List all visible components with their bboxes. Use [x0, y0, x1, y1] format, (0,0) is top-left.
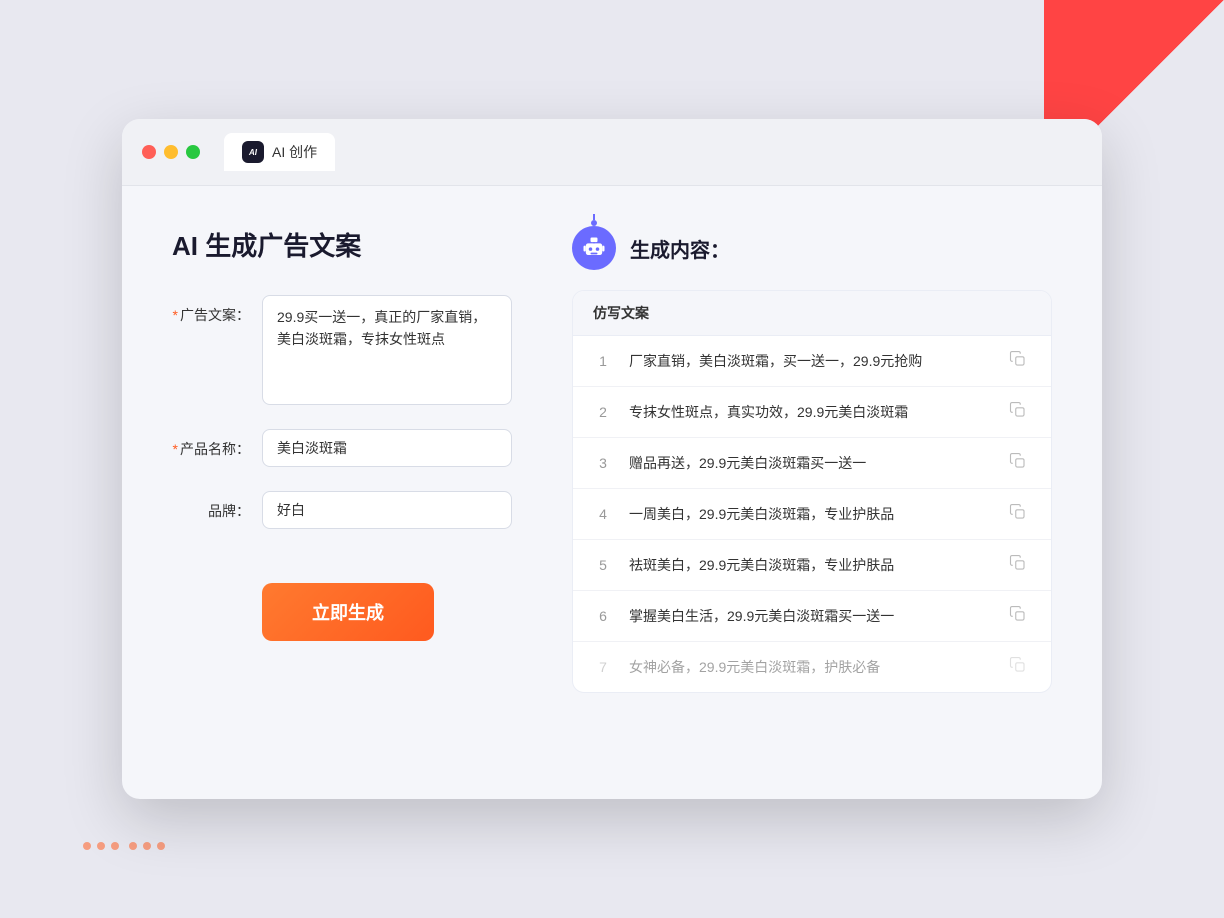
ad-copy-required: * [173, 307, 178, 323]
traffic-light-minimize[interactable] [164, 145, 178, 159]
result-row: 4 一周美白，29.9元美白淡斑霜，专业护肤品 [573, 489, 1051, 540]
result-row-num: 5 [593, 557, 613, 573]
result-row-num: 3 [593, 455, 613, 471]
result-row-text: 掌握美白生活，29.9元美白淡斑霜买一送一 [629, 606, 993, 627]
left-panel: AI 生成广告文案 *广告文案： 29.9买一送一，真正的厂家直销，美白淡斑霜，… [172, 226, 512, 746]
robot-svg [580, 234, 608, 262]
result-row-num: 2 [593, 404, 613, 420]
result-header: 生成内容： [572, 226, 1052, 270]
browser-window: AI AI 创作 AI 生成广告文案 *广告文案： 29.9买一送一，真正的厂家… [122, 119, 1102, 799]
result-row-num: 4 [593, 506, 613, 522]
result-row: 3 赠品再送，29.9元美白淡斑霜买一送一 [573, 438, 1051, 489]
page-title: AI 生成广告文案 [172, 226, 512, 263]
ad-copy-label: *广告文案： [172, 295, 262, 325]
result-row-text: 专抹女性斑点，真实功效，29.9元美白淡斑霜 [629, 402, 993, 423]
copy-icon[interactable] [1009, 554, 1031, 576]
bg-decoration-dots [80, 839, 168, 858]
tab-icon-label: AI [249, 148, 257, 157]
result-row: 6 掌握美白生活，29.9元美白淡斑霜买一送一 [573, 591, 1051, 642]
result-rows-container: 1 厂家直销，美白淡斑霜，买一送一，29.9元抢购 2 专抹女性斑点，真实功效，29.… [573, 336, 1051, 692]
result-title: 生成内容： [630, 234, 730, 263]
browser-tab[interactable]: AI AI 创作 [224, 133, 335, 171]
product-name-group: *产品名称： [172, 429, 512, 467]
copy-icon[interactable] [1009, 452, 1031, 474]
main-content: AI 生成广告文案 *广告文案： 29.9买一送一，真正的厂家直销，美白淡斑霜，… [122, 186, 1102, 786]
product-name-label: *产品名称： [172, 429, 262, 459]
result-row: 7 女神必备，29.9元美白淡斑霜，护肤必备 [573, 642, 1051, 692]
result-table: 仿写文案 1 厂家直销，美白淡斑霜，买一送一，29.9元抢购 2 专抹女性斑点，真实功… [572, 290, 1052, 693]
result-table-header: 仿写文案 [573, 291, 1051, 336]
ad-copy-group: *广告文案： 29.9买一送一，真正的厂家直销，美白淡斑霜，专抹女性斑点 [172, 295, 512, 405]
right-panel: 生成内容： 仿写文案 1 厂家直销，美白淡斑霜，买一送一，29.9元抢购 2 专抹女性… [572, 226, 1052, 746]
ad-copy-input[interactable]: 29.9买一送一，真正的厂家直销，美白淡斑霜，专抹女性斑点 [262, 295, 512, 405]
copy-icon[interactable] [1009, 350, 1031, 372]
generate-button[interactable]: 立即生成 [262, 583, 434, 641]
traffic-light-close[interactable] [142, 145, 156, 159]
result-row-text: 赠品再送，29.9元美白淡斑霜买一送一 [629, 453, 993, 474]
copy-icon[interactable] [1009, 605, 1031, 627]
result-row-text: 一周美白，29.9元美白淡斑霜，专业护肤品 [629, 504, 993, 525]
result-row-text: 女神必备，29.9元美白淡斑霜，护肤必备 [629, 657, 993, 678]
brand-label: 品牌： [172, 491, 262, 521]
result-row-num: 6 [593, 608, 613, 624]
tab-label: AI 创作 [272, 142, 317, 162]
brand-group: 品牌： [172, 491, 512, 529]
product-name-required: * [173, 441, 178, 457]
robot-antenna [591, 220, 597, 226]
result-row: 1 厂家直销，美白淡斑霜，买一送一，29.9元抢购 [573, 336, 1051, 387]
tab-icon: AI [242, 141, 264, 163]
result-row-text: 祛斑美白，29.9元美白淡斑霜，专业护肤品 [629, 555, 993, 576]
traffic-light-maximize[interactable] [186, 145, 200, 159]
robot-icon [572, 226, 616, 270]
result-row: 2 专抹女性斑点，真实功效，29.9元美白淡斑霜 [573, 387, 1051, 438]
traffic-lights [142, 145, 200, 159]
result-row-num: 1 [593, 353, 613, 369]
result-row-text: 厂家直销，美白淡斑霜，买一送一，29.9元抢购 [629, 351, 993, 372]
copy-icon[interactable] [1009, 656, 1031, 678]
result-row-num: 7 [593, 659, 613, 675]
product-name-input[interactable] [262, 429, 512, 467]
title-bar: AI AI 创作 [122, 119, 1102, 186]
result-row: 5 祛斑美白，29.9元美白淡斑霜，专业护肤品 [573, 540, 1051, 591]
brand-input[interactable] [262, 491, 512, 529]
copy-icon[interactable] [1009, 503, 1031, 525]
copy-icon[interactable] [1009, 401, 1031, 423]
